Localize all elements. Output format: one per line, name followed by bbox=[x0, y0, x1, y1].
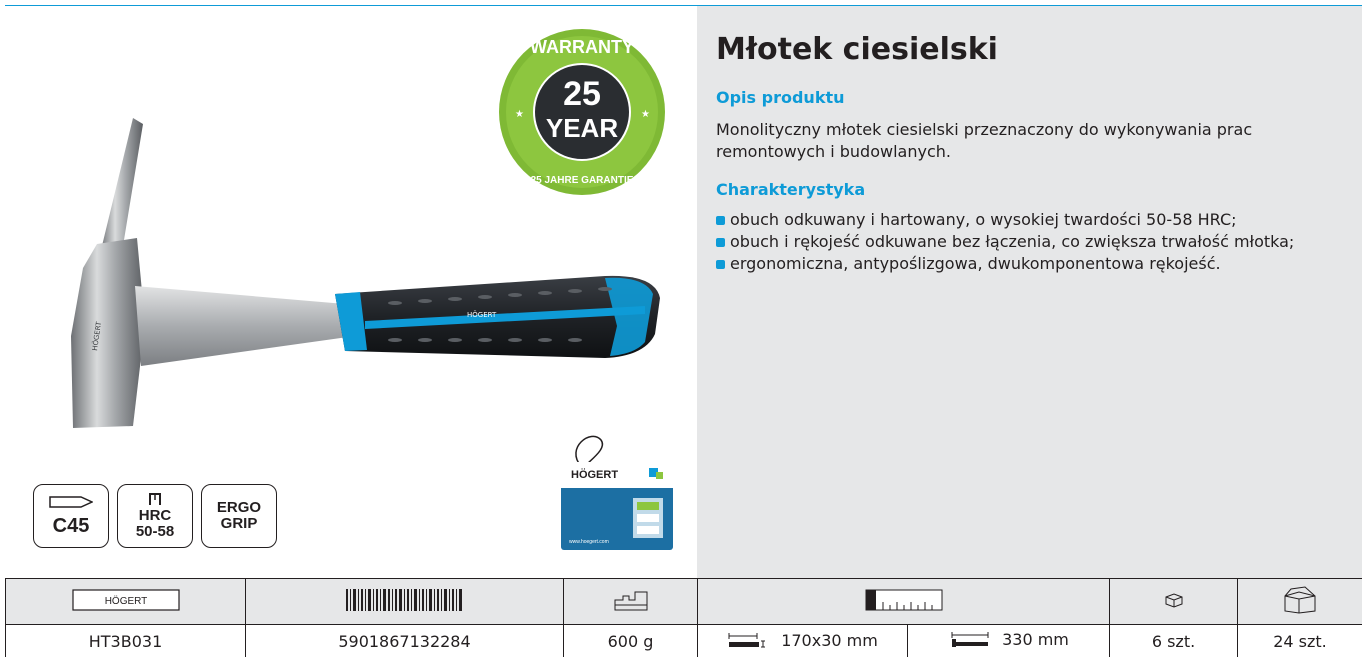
small-box-icon bbox=[1165, 592, 1182, 608]
feature-text: obuch odkuwany i hartowany, o wysokiej t… bbox=[730, 210, 1237, 229]
brand-cell: HÖGERT bbox=[5, 578, 246, 625]
feature-item: obuch i rękojeść odkuwane bez łączenia, … bbox=[716, 231, 1346, 253]
carton-box-icon bbox=[1284, 585, 1316, 614]
material-badge: C45 bbox=[33, 484, 109, 548]
hrc-label: HRC bbox=[138, 507, 172, 524]
feature-text: ergonomiczna, antypoślizgowa, dwukompone… bbox=[730, 254, 1221, 273]
ergo-grip-badge: ERGO GRIP bbox=[201, 484, 277, 548]
head-dims-value: 170x30 mm bbox=[781, 630, 878, 650]
features-list: obuch odkuwany i hartowany, o wysokiej t… bbox=[716, 209, 1346, 275]
star-icon: ★ bbox=[641, 109, 650, 120]
warranty-word: YEAR bbox=[546, 113, 618, 143]
weight-cell bbox=[563, 578, 698, 625]
spec-table: HÖGERT HT3B031 5901867132284 600 g 170x3… bbox=[5, 578, 1362, 657]
hang-tag-url: www.hoegert.com bbox=[569, 539, 609, 545]
hang-tag-brand: HÖGERT bbox=[571, 468, 618, 481]
bullet-icon bbox=[716, 260, 725, 269]
barcode-icon bbox=[345, 588, 462, 611]
bullet-icon bbox=[716, 238, 725, 247]
feature-text: obuch i rękojeść odkuwane bez łączenia, … bbox=[730, 232, 1295, 251]
features-heading: Charakterystyka bbox=[716, 180, 866, 199]
description-heading: Opis produktu bbox=[716, 88, 845, 107]
grip-brand-text: HÖGERT bbox=[467, 310, 497, 319]
ruler-icon bbox=[865, 589, 942, 610]
product-code: HT3B031 bbox=[5, 624, 246, 657]
length-icon bbox=[951, 631, 989, 647]
hardness-icon bbox=[149, 493, 161, 505]
product-title: Młotek ciesielski bbox=[716, 32, 998, 67]
ergo-line1: ERGO bbox=[216, 499, 262, 516]
svg-text:HÖGERT: HÖGERT bbox=[104, 595, 147, 607]
inner-pack-cell bbox=[1109, 578, 1238, 625]
barcode-cell bbox=[245, 578, 564, 625]
length-value: 330 mm bbox=[1002, 630, 1069, 650]
head-width-icon bbox=[728, 633, 766, 648]
weight-value: 600 g bbox=[563, 624, 698, 657]
spec-values-row: HT3B031 5901867132284 600 g 170x30 mm 33… bbox=[5, 624, 1362, 657]
material-label: C45 bbox=[52, 515, 90, 537]
warranty-number: 25 bbox=[563, 75, 601, 113]
hang-tag-image: HÖGERT www.hoegert.com bbox=[561, 435, 673, 550]
head-dims-cell: 170x30 mm bbox=[697, 624, 908, 657]
star-icon: ★ bbox=[515, 109, 524, 120]
brand-logo-icon: HÖGERT bbox=[71, 588, 180, 611]
hang-tag: HÖGERT www.hoegert.com bbox=[555, 428, 675, 552]
chisel-icon bbox=[49, 496, 93, 508]
feature-item: ergonomiczna, antypoślizgowa, dwukompone… bbox=[716, 253, 1346, 275]
bullet-icon bbox=[716, 216, 725, 225]
outer-pack-value: 24 szt. bbox=[1237, 624, 1362, 657]
spec-icons-row: HÖGERT bbox=[5, 578, 1362, 625]
warranty-bottom-text: 25 JAHRE GARANTIE bbox=[531, 175, 634, 186]
length-cell: 330 mm bbox=[907, 624, 1110, 657]
warranty-seal: 25 YEAR WARRANTY 25 JAHRE GARANTIE ★ ★ bbox=[499, 29, 665, 195]
warranty-top-text: WARRANTY bbox=[530, 37, 634, 57]
product-image-area: HÖGERT HÖGERT 25 YEAR WARRANTY 25 JAHRE … bbox=[5, 6, 697, 578]
ergo-line2: GRIP bbox=[220, 515, 258, 532]
product-description: Monolityczny młotek ciesielski przeznacz… bbox=[716, 120, 1253, 161]
weight-icon bbox=[614, 591, 647, 610]
ean-code: 5901867132284 bbox=[245, 624, 564, 657]
hrc-badge: HRC 50-58 bbox=[117, 484, 193, 548]
hrc-range: 50-58 bbox=[135, 523, 175, 540]
product-card: HÖGERT HÖGERT 25 YEAR WARRANTY 25 JAHRE … bbox=[5, 5, 1362, 657]
inner-pack-value: 6 szt. bbox=[1109, 624, 1238, 657]
dimensions-cell bbox=[697, 578, 1110, 625]
outer-pack-cell bbox=[1237, 578, 1362, 625]
product-info-panel: Młotek ciesielski Opis produktu Monolity… bbox=[697, 6, 1362, 578]
feature-item: obuch odkuwany i hartowany, o wysokiej t… bbox=[716, 209, 1346, 231]
